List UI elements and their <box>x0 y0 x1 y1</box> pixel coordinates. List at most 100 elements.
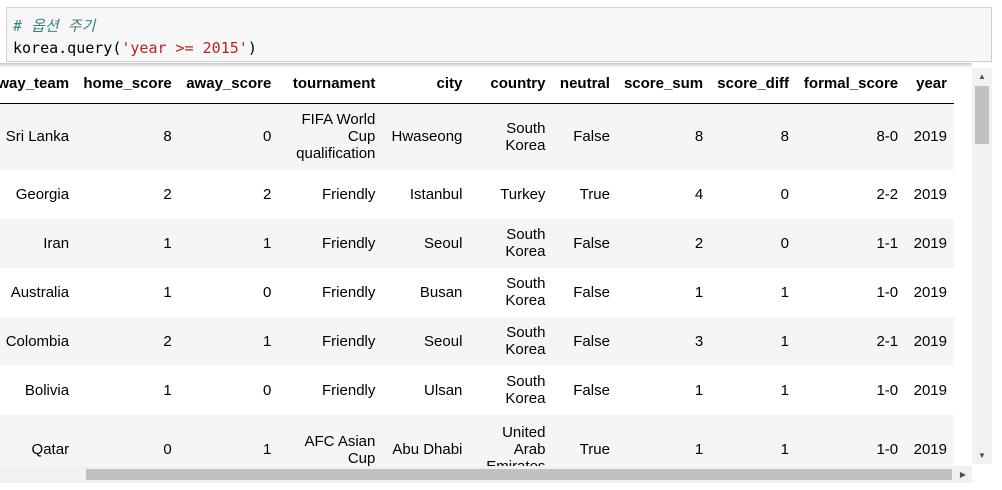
cell-away-score: 0 <box>262 283 272 301</box>
cell-neutral: False <box>573 283 610 301</box>
cell-score-sum: 8 <box>694 128 704 146</box>
cell-tournament: Friendly <box>322 234 376 252</box>
dataframe-table: away_team home_score away_score tourname… <box>0 63 954 466</box>
cell-away-team: Colombia <box>5 332 70 350</box>
cell-away-team: Bolivia <box>24 381 70 399</box>
cell-away-team: Australia <box>10 283 70 301</box>
vertical-scrollbar[interactable]: ▲ ▼ <box>972 68 992 464</box>
cell-country-text: South Korea <box>505 373 546 407</box>
cell-year: 2019 <box>913 283 947 301</box>
cell-score-sum: 3 <box>694 332 704 350</box>
table-header-row: away_team home_score away_score tourname… <box>0 63 954 104</box>
column-header: year <box>905 63 954 104</box>
cell-tournament: FIFA World Cup qualification <box>278 104 382 170</box>
cell-tournament: Friendly <box>322 381 376 399</box>
cell-score-diff: 1 <box>780 441 789 458</box>
cell-home-score: 2 <box>163 185 172 203</box>
column-header: city <box>382 63 470 104</box>
cell-neutral: True <box>579 185 610 203</box>
code-line: korea.query('year >= 2015') <box>13 37 991 59</box>
cell-country-text: South Korea <box>505 119 546 154</box>
cell-country-text: South Korea <box>505 226 546 260</box>
cell-home-score: 1 <box>163 234 172 252</box>
cell-tournament-text: FIFA World Cup qualification <box>296 111 376 163</box>
cell-year: 2019 <box>913 185 947 203</box>
cell-country-text: South Korea <box>505 275 546 309</box>
cell-score-diff: 1 <box>780 283 789 301</box>
cell-away-team: Sri Lanka <box>5 128 70 146</box>
cell-score-sum: 1 <box>694 381 704 399</box>
cell-score-sum: 2 <box>694 234 704 252</box>
cell-formal-score: 2-1 <box>876 332 899 350</box>
cell-away-score: 1 <box>262 332 272 350</box>
table-row: Australia 1 0 Friendly Busan South Korea… <box>0 268 954 317</box>
cell-country: South Korea <box>469 317 552 366</box>
cell-score-diff: 0 <box>780 185 789 203</box>
triangle-right-icon[interactable]: ▶ <box>956 466 970 483</box>
cell-away-team: Georgia <box>15 185 70 203</box>
cell-home-score: 2 <box>163 332 172 350</box>
cell-home-score: 0 <box>163 441 172 458</box>
cell-away-score: 2 <box>262 185 272 203</box>
cell-tournament: Friendly <box>322 283 376 301</box>
cell-year: 2019 <box>913 128 947 146</box>
code-comment: # 옵션 주기 <box>13 17 96 35</box>
table-row: Colombia 2 1 Friendly Seoul South Korea … <box>0 316 954 366</box>
cell-tournament: Friendly <box>322 332 376 350</box>
cell-year: 2019 <box>913 441 947 458</box>
cell-city: Hwaseong <box>391 128 463 146</box>
cell-city: Istanbul <box>409 185 463 203</box>
cell-score-diff: 0 <box>780 234 789 252</box>
cell-country: United Arab Emirates <box>469 415 552 466</box>
table-row: Georgia 2 2 Friendly Istanbul Turkey Tru… <box>0 170 954 219</box>
cell-tournament: Friendly <box>322 185 376 203</box>
cell-away-score: 0 <box>262 381 272 399</box>
cell-country: Turkey <box>500 185 546 203</box>
cell-formal-score: 1-1 <box>876 234 899 252</box>
column-header: formal_score <box>796 63 906 104</box>
cell-city: Abu Dhabi <box>392 441 463 458</box>
cell-country-text: United Arab Emirates <box>486 424 546 466</box>
cell-score-diff: 1 <box>780 381 789 399</box>
cell-away-score: 0 <box>262 128 272 146</box>
cell-away-score: 1 <box>262 234 272 252</box>
code-string: 'year >= 2015' <box>121 39 248 57</box>
column-header: country <box>469 63 553 104</box>
cell-away-team: Qatar <box>31 441 70 458</box>
cell-city: Seoul <box>424 234 463 252</box>
code-cell[interactable]: # 옵션 주기 korea.query('year >= 2015') <box>6 7 992 62</box>
cell-score-diff: 8 <box>780 128 789 146</box>
cell-score-sum: 1 <box>694 441 704 458</box>
triangle-down-icon[interactable]: ▼ <box>972 447 992 464</box>
output-area: away_team home_score away_score tourname… <box>0 63 972 466</box>
cell-score-sum: 4 <box>694 185 704 203</box>
cell-neutral: False <box>573 332 610 350</box>
cell-home-score: 1 <box>163 283 172 301</box>
cell-away-score: 1 <box>262 441 272 458</box>
cell-neutral: True <box>579 441 610 458</box>
horizontal-scrollbar[interactable]: ▶ <box>0 466 972 483</box>
table-row: Sri Lanka 8 0 FIFA World Cup qualificati… <box>0 103 954 170</box>
column-header: score_sum <box>616 63 711 104</box>
cell-city: Busan <box>419 283 463 301</box>
vertical-scroll-thumb[interactable] <box>975 86 989 144</box>
horizontal-scroll-thumb[interactable] <box>86 469 952 480</box>
column-header: score_diff <box>710 63 796 104</box>
cell-score-diff: 1 <box>780 332 789 350</box>
cell-score-sum: 1 <box>694 283 704 301</box>
cell-neutral: False <box>573 234 610 252</box>
code-call: korea.query( <box>13 39 122 57</box>
cell-home-score: 1 <box>163 381 172 399</box>
cell-formal-score: 1-0 <box>876 283 899 301</box>
table-row: Qatar 0 1 AFC Asian Cup Abu Dhabi United… <box>0 414 954 467</box>
code-close-paren: ) <box>247 39 257 57</box>
column-header: tournament <box>278 63 383 104</box>
cell-city: Seoul <box>424 332 463 350</box>
cell-country: South Korea <box>469 366 552 415</box>
cell-formal-score: 1-0 <box>876 441 899 458</box>
cell-year: 2019 <box>913 234 947 252</box>
cell-country: South Korea <box>469 268 552 317</box>
cell-tournament: AFC Asian Cup <box>278 415 382 467</box>
triangle-up-icon[interactable]: ▲ <box>972 68 992 85</box>
cell-formal-score: 8-0 <box>876 128 899 146</box>
